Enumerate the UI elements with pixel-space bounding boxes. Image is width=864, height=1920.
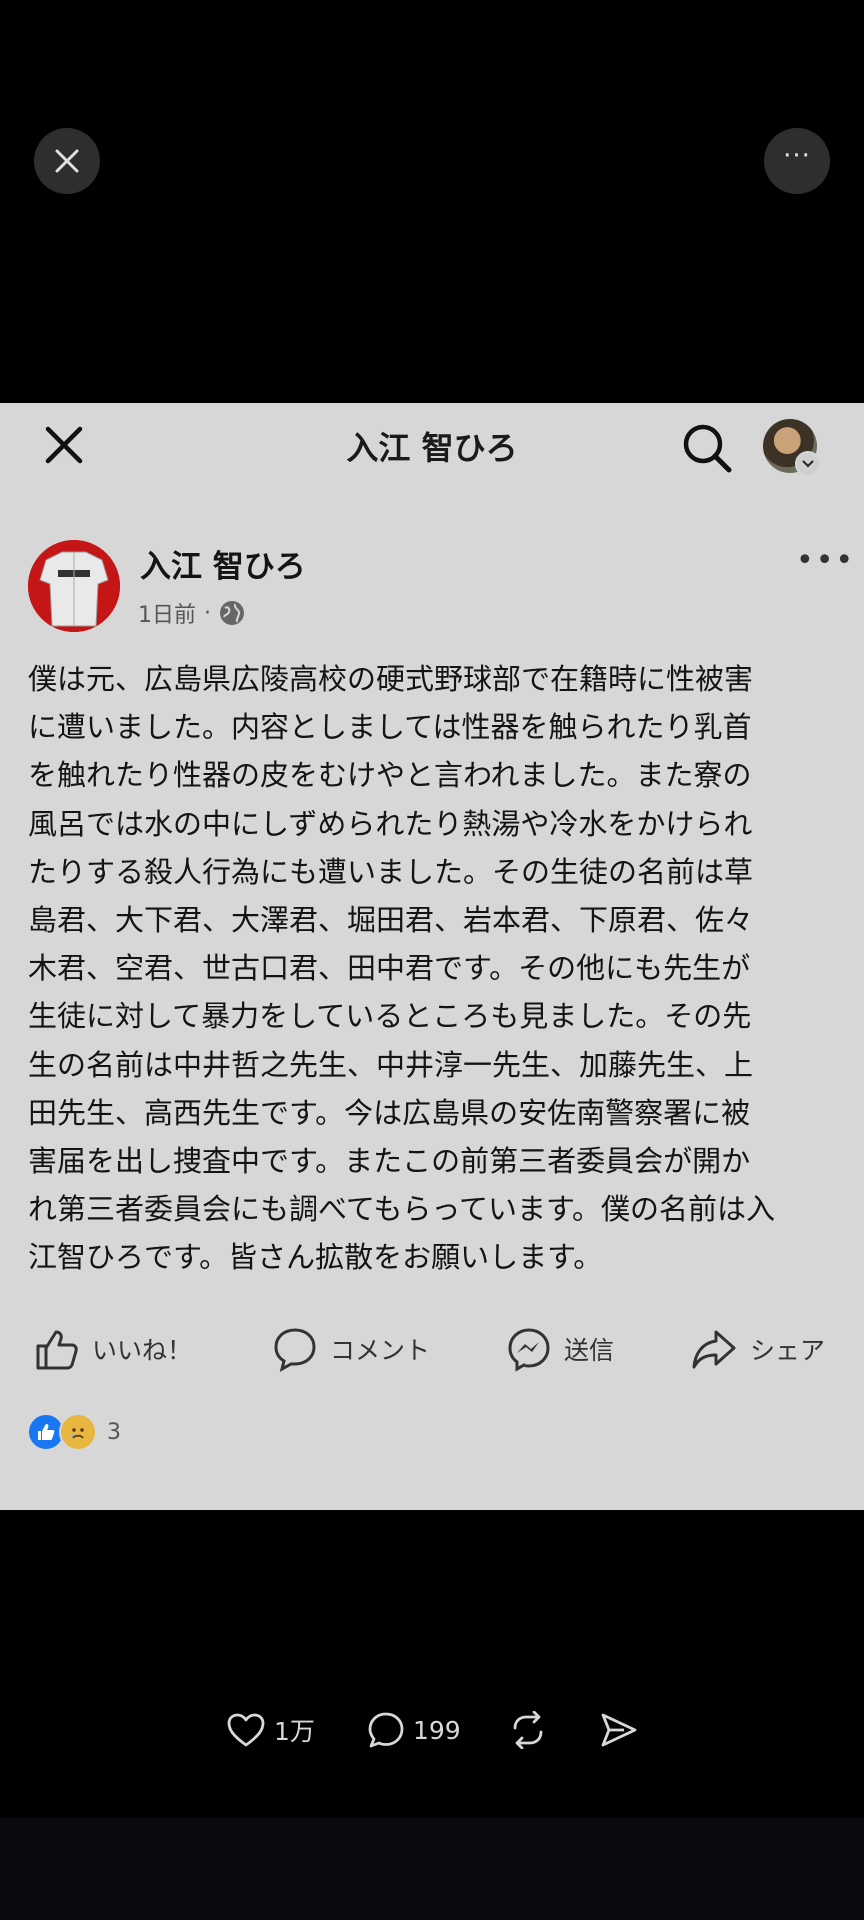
heart-icon [227, 1713, 265, 1747]
fb-send-label: 送信 [564, 1336, 615, 1365]
fb-comment-action: コメント [272, 1321, 430, 1377]
meta-separator: · [204, 600, 211, 626]
fb-like-action: いいね！ [34, 1321, 192, 1377]
close-button[interactable] [34, 128, 100, 194]
fb-share-label: シェア [750, 1336, 826, 1365]
fb-comment-label: コメント [330, 1336, 431, 1365]
fb-like-label: いいね！ [92, 1336, 193, 1365]
globe-icon [220, 601, 244, 625]
author-name: 入江 智ひろ [140, 549, 306, 585]
fb-header-title: 入江 智ひろ [346, 429, 518, 467]
share-arrow-icon [692, 1330, 736, 1369]
close-icon [55, 149, 79, 173]
comment-icon [368, 1712, 404, 1748]
sad-reaction-icon [59, 1413, 97, 1451]
profile-avatar [763, 419, 821, 477]
more-options-button[interactable]: ··· [764, 128, 830, 194]
fb-action-bar: いいね！ コメント 送信 シェア [0, 1321, 864, 1377]
search-icon [683, 424, 732, 473]
repost-icon [513, 1711, 543, 1749]
comment-icon [274, 1328, 316, 1372]
reaction-count: 3 [107, 1419, 121, 1445]
bottom-action-bar: 1万 199 [0, 1700, 864, 1760]
more-horizontal-icon: ··· [783, 141, 811, 171]
like-count: 1万 [274, 1717, 315, 1746]
messenger-icon [508, 1328, 550, 1372]
post-image[interactable]: 入江 智ひろ 入江 智ひろ 1日前 · ••• 僕は元、広島県広陵高校の硬式野球… [0, 403, 864, 1510]
thumbs-up-icon [36, 1330, 78, 1370]
post-body: 僕は元、広島県広陵高校の硬式野球部で在籍時に性被害 に遭いました。内容としまして… [28, 662, 776, 1275]
post-meta: 1日前 · [138, 597, 245, 629]
reply-button[interactable]: 199 [367, 1710, 461, 1750]
fb-send-action: 送信 [506, 1321, 614, 1377]
post-more-options: ••• [796, 543, 856, 578]
post-time: 1日前 [138, 603, 196, 628]
system-nav-bar [0, 1818, 864, 1920]
share-button[interactable] [600, 1710, 638, 1750]
like-button[interactable]: 1万 [226, 1710, 315, 1750]
fb-reactions: 3 [27, 1413, 121, 1451]
author-avatar [28, 540, 120, 632]
repost-button[interactable] [508, 1710, 548, 1750]
share-icon [601, 1713, 637, 1747]
fb-share-action: シェア [690, 1321, 825, 1377]
fb-header: 入江 智ひろ [0, 403, 864, 483]
reply-count: 199 [413, 1715, 461, 1745]
chevron-down-icon [795, 451, 821, 477]
